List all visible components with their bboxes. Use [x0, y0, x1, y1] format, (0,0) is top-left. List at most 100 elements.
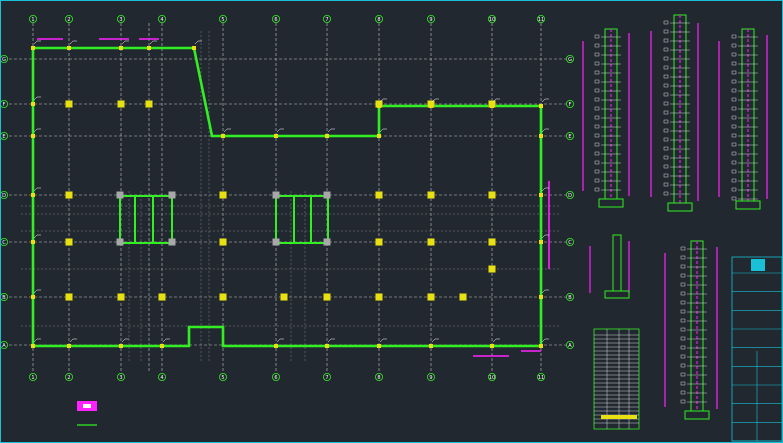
column-icon	[117, 293, 125, 301]
column-icon	[323, 293, 331, 301]
axis-label: B	[568, 295, 572, 301]
core-walls	[119, 195, 329, 244]
column-icon	[192, 46, 196, 50]
section-details	[582, 14, 768, 420]
rebar-label-box	[663, 56, 669, 61]
column-icon	[427, 238, 435, 246]
column-icon	[488, 238, 496, 246]
schedule-table	[593, 328, 640, 430]
rebar-label-box	[680, 372, 686, 377]
rebar-label-box	[663, 38, 669, 43]
rebar-label-box	[680, 291, 686, 296]
column-icon	[427, 293, 435, 301]
rebar-label-box	[680, 381, 686, 386]
title-block	[731, 256, 782, 442]
column-icon	[272, 238, 280, 246]
rebar-label-box	[680, 282, 686, 287]
leader-line	[33, 338, 41, 343]
column-icon	[67, 344, 71, 348]
column-icon	[274, 134, 278, 138]
leader-line	[121, 338, 129, 343]
rebar-label-box	[731, 133, 737, 138]
leader-line	[541, 187, 549, 192]
rebar-label-box	[663, 146, 669, 151]
axis-label: 8	[377, 375, 380, 381]
rebar-label-box	[594, 97, 600, 102]
column-icon	[168, 191, 176, 199]
rebar-label-box	[594, 124, 600, 129]
column-icon	[429, 344, 433, 348]
column-icon	[488, 191, 496, 199]
rebar-label-box	[663, 101, 669, 106]
rebar-label-box	[731, 178, 737, 183]
axis-label: E	[568, 134, 571, 140]
rebar-label-box	[680, 327, 686, 332]
leader-line	[162, 338, 170, 343]
column-icon	[67, 46, 71, 50]
rebar-label-box	[680, 309, 686, 314]
leader-line	[492, 338, 500, 343]
leader-line	[33, 289, 41, 294]
rebar-label-box	[731, 169, 737, 174]
rebar-label-box	[663, 47, 669, 52]
rebar-label-box	[594, 106, 600, 111]
rebar-label-box	[594, 52, 600, 57]
column-icon	[377, 104, 381, 108]
rebar-label-box	[680, 318, 686, 323]
column-icon	[323, 238, 331, 246]
column-icon	[219, 238, 227, 246]
column-icon	[539, 295, 543, 299]
axis-label: 2	[67, 375, 70, 381]
column-icon	[116, 191, 124, 199]
rebar-label-box	[731, 187, 737, 192]
axis-label: 7	[325, 375, 328, 381]
rebar-label-box	[680, 273, 686, 278]
cad-drawing-viewport[interactable]: 1 1 2 2 3 3 4 4 5 5 6 6 7 7 8 8 9 9 10 10 11 11 G G F F E E D D C C B B A A	[0, 0, 783, 443]
axis-label: 9	[429, 375, 432, 381]
axis-label: 2	[67, 17, 70, 23]
column-icon	[65, 191, 73, 199]
axis-label: 4	[160, 17, 163, 23]
column-icon	[325, 344, 329, 348]
rebar-label-box	[663, 173, 669, 178]
cad-canvas[interactable]: 11223344556677889910101111G GF FE ED DC CB BA A	[1, 1, 782, 442]
column-icon	[375, 238, 383, 246]
leader-line	[33, 96, 41, 101]
leader-line	[541, 289, 549, 294]
rebar-label-box	[663, 83, 669, 88]
column-icon	[31, 295, 35, 299]
column-icon	[31, 46, 35, 50]
rebar-label-box	[680, 390, 686, 395]
column-icon	[119, 46, 123, 50]
axis-label: 3	[119, 375, 122, 381]
axis-label: 11	[538, 375, 544, 381]
rebar-label-box	[731, 52, 737, 57]
axis-label: 5	[221, 17, 224, 23]
rebar-label-box	[594, 34, 600, 39]
rebar-label-box	[594, 178, 600, 183]
rebar-label-box	[731, 88, 737, 93]
leader-line	[149, 40, 157, 45]
column-icon	[375, 293, 383, 301]
column-icon	[459, 293, 467, 301]
column-icon	[539, 104, 543, 108]
rebar-label-box	[680, 345, 686, 350]
column-icon	[160, 344, 164, 348]
leader-line	[33, 128, 41, 133]
leader-line	[541, 98, 549, 103]
rebar-label-box	[680, 255, 686, 260]
logo-mark	[751, 259, 765, 271]
column-icon	[147, 46, 151, 50]
rebar-label-box	[663, 29, 669, 34]
rebar-label-box	[594, 43, 600, 48]
rebar-label-box	[680, 246, 686, 251]
column-icon	[280, 293, 288, 301]
rebar-label-box	[680, 336, 686, 341]
leader-line	[276, 338, 284, 343]
axis-label: 10	[489, 17, 495, 23]
rebar-label-box	[594, 133, 600, 138]
rebar-label-box	[594, 79, 600, 84]
leader-line	[33, 187, 41, 192]
column-icon	[65, 100, 73, 108]
leader-line	[69, 338, 77, 343]
